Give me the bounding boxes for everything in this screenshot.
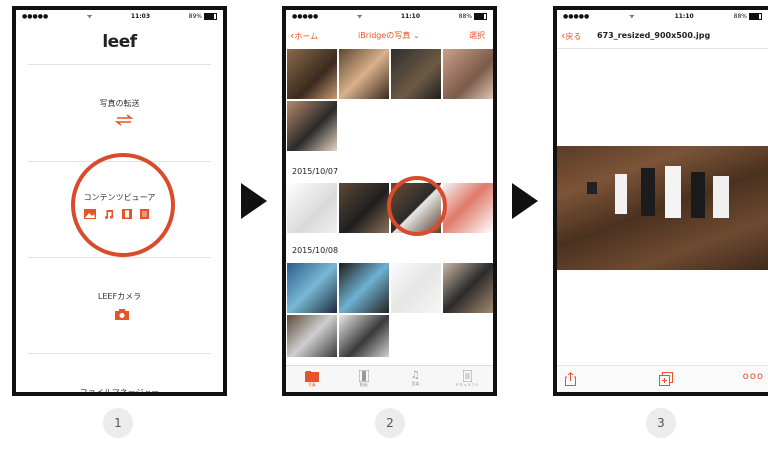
step-number: 1 (103, 408, 133, 438)
battery-percent: 88% (458, 12, 472, 20)
share-icon[interactable] (565, 372, 576, 386)
more-icon[interactable]: ooo (743, 371, 764, 382)
status-bar: ●●●●● ᯤ 11:10 88% (557, 10, 768, 22)
highlight-circle (71, 153, 175, 257)
section-date: 2015/10/07 (292, 167, 339, 176)
music-tab-icon: ♫ (410, 370, 420, 381)
document-tab-icon (462, 370, 472, 382)
photo-thumbnail[interactable] (338, 182, 390, 234)
next-step-arrow (512, 183, 538, 219)
app-logo: leef (102, 32, 137, 52)
album-title-dropdown[interactable]: iBridgeの写真 ⌄ (358, 30, 420, 41)
phone-screen-2: ●●●●● ᯤ 11:10 88% ‹ホーム iBridgeの写真 ⌄ 選択 2… (282, 6, 497, 396)
highlight-circle (387, 176, 447, 236)
menu-item-label: ファイルマネージャー (79, 388, 160, 396)
divider (28, 64, 211, 65)
tab-label: 音楽 (411, 381, 420, 386)
camera-icon (115, 309, 129, 320)
product-device (587, 182, 597, 194)
step-number: 2 (375, 408, 405, 438)
phone-screen-1: ●●●●● ᯤ 11:03 89% leef 写真の転送 コンテンツビューア L… (12, 6, 227, 396)
wifi-icon: ᯤ (629, 13, 635, 20)
tab-label: 写真 (307, 381, 316, 387)
product-device (713, 176, 729, 218)
battery-icon (204, 12, 217, 20)
chevron-down-icon: ⌄ (412, 30, 420, 40)
status-time: 11:10 (400, 12, 421, 20)
photo-thumbnail[interactable] (286, 100, 338, 152)
battery-icon (474, 12, 487, 20)
photo-thumbnail[interactable] (286, 48, 338, 100)
photo-thumbnail[interactable] (442, 48, 493, 100)
duplicate-icon[interactable] (659, 372, 673, 386)
photo-thumbnail[interactable] (338, 262, 390, 314)
battery-percent: 88% (733, 12, 747, 20)
photo-thumbnail[interactable] (286, 314, 338, 358)
status-time: 11:03 (130, 12, 151, 20)
video-tab-icon (358, 370, 369, 382)
photo-preview[interactable] (557, 146, 768, 270)
carrier-signal: ●●●●● (22, 12, 49, 20)
wifi-icon: ᯤ (356, 13, 363, 20)
photo-thumbnail[interactable] (286, 182, 338, 234)
status-bar: ●●●●● ᯤ 11:03 89% (16, 10, 223, 22)
menu-item-label: 写真の転送 (99, 99, 140, 108)
tab-label: 動画 (359, 382, 368, 387)
menu-item-label: LEEFカメラ (97, 292, 142, 301)
tab-bar: 写真 動画 ♫ 音楽 ドキュメント (286, 365, 493, 392)
battery-percent: 89% (188, 12, 202, 20)
product-device (691, 172, 705, 218)
phone-screen-3: ●●●●● ᯤ 11:10 88% ‹戻る 673_resized_900x50… (553, 6, 768, 396)
status-time: 11:10 (674, 12, 694, 20)
carrier-signal: ●●●●● (292, 12, 319, 20)
product-device (641, 168, 655, 216)
menu-item-leef-camera[interactable]: LEEFカメラ (16, 258, 223, 353)
nav-bar: ‹戻る 673_resized_900x500.jpg (557, 22, 768, 49)
product-device (615, 174, 627, 214)
photo-thumbnail[interactable] (286, 262, 338, 314)
tab-documents[interactable]: ドキュメント (441, 366, 493, 392)
photo-thumbnail[interactable] (442, 182, 493, 234)
photo-tab-icon (304, 370, 319, 382)
photo-thumbnail[interactable] (338, 314, 390, 358)
tab-music[interactable]: ♫ 音楽 (390, 366, 442, 392)
select-button[interactable]: 選択 (469, 30, 485, 41)
battery-icon (748, 12, 762, 20)
back-label: ホーム (294, 31, 319, 41)
nav-bar: ‹ホーム iBridgeの写真 ⌄ 選択 (286, 22, 493, 48)
bottom-toolbar: ooo (557, 365, 768, 392)
status-bar: ●●●●● ᯤ 11:10 88% (286, 10, 493, 22)
carrier-signal: ●●●●● (563, 12, 590, 20)
wifi-icon: ᯤ (86, 13, 93, 20)
back-button[interactable]: ‹戻る (561, 29, 581, 42)
step-number: 3 (646, 408, 676, 438)
file-name-title: 673_resized_900x500.jpg (597, 30, 711, 40)
photo-thumbnail[interactable] (338, 48, 390, 100)
photo-thumbnail[interactable] (390, 262, 442, 314)
section-date: 2015/10/08 (292, 246, 339, 255)
back-button[interactable]: ‹ホーム (290, 29, 318, 42)
back-label: 戻る (565, 31, 582, 41)
product-device (665, 166, 681, 218)
next-step-arrow (241, 183, 267, 219)
photo-thumbnail[interactable] (390, 48, 442, 100)
menu-item-photo-transfer[interactable]: 写真の転送 (16, 66, 223, 161)
photo-thumbnail[interactable] (442, 262, 493, 314)
album-title: iBridgeの写真 (358, 30, 411, 40)
tab-videos[interactable]: 動画 (338, 366, 390, 392)
menu-item-file-manager[interactable]: ファイルマネージャー (16, 354, 223, 396)
tab-photos[interactable]: 写真 (286, 366, 338, 392)
tab-label: ドキュメント (455, 382, 480, 387)
transfer-arrows-icon (114, 114, 134, 126)
